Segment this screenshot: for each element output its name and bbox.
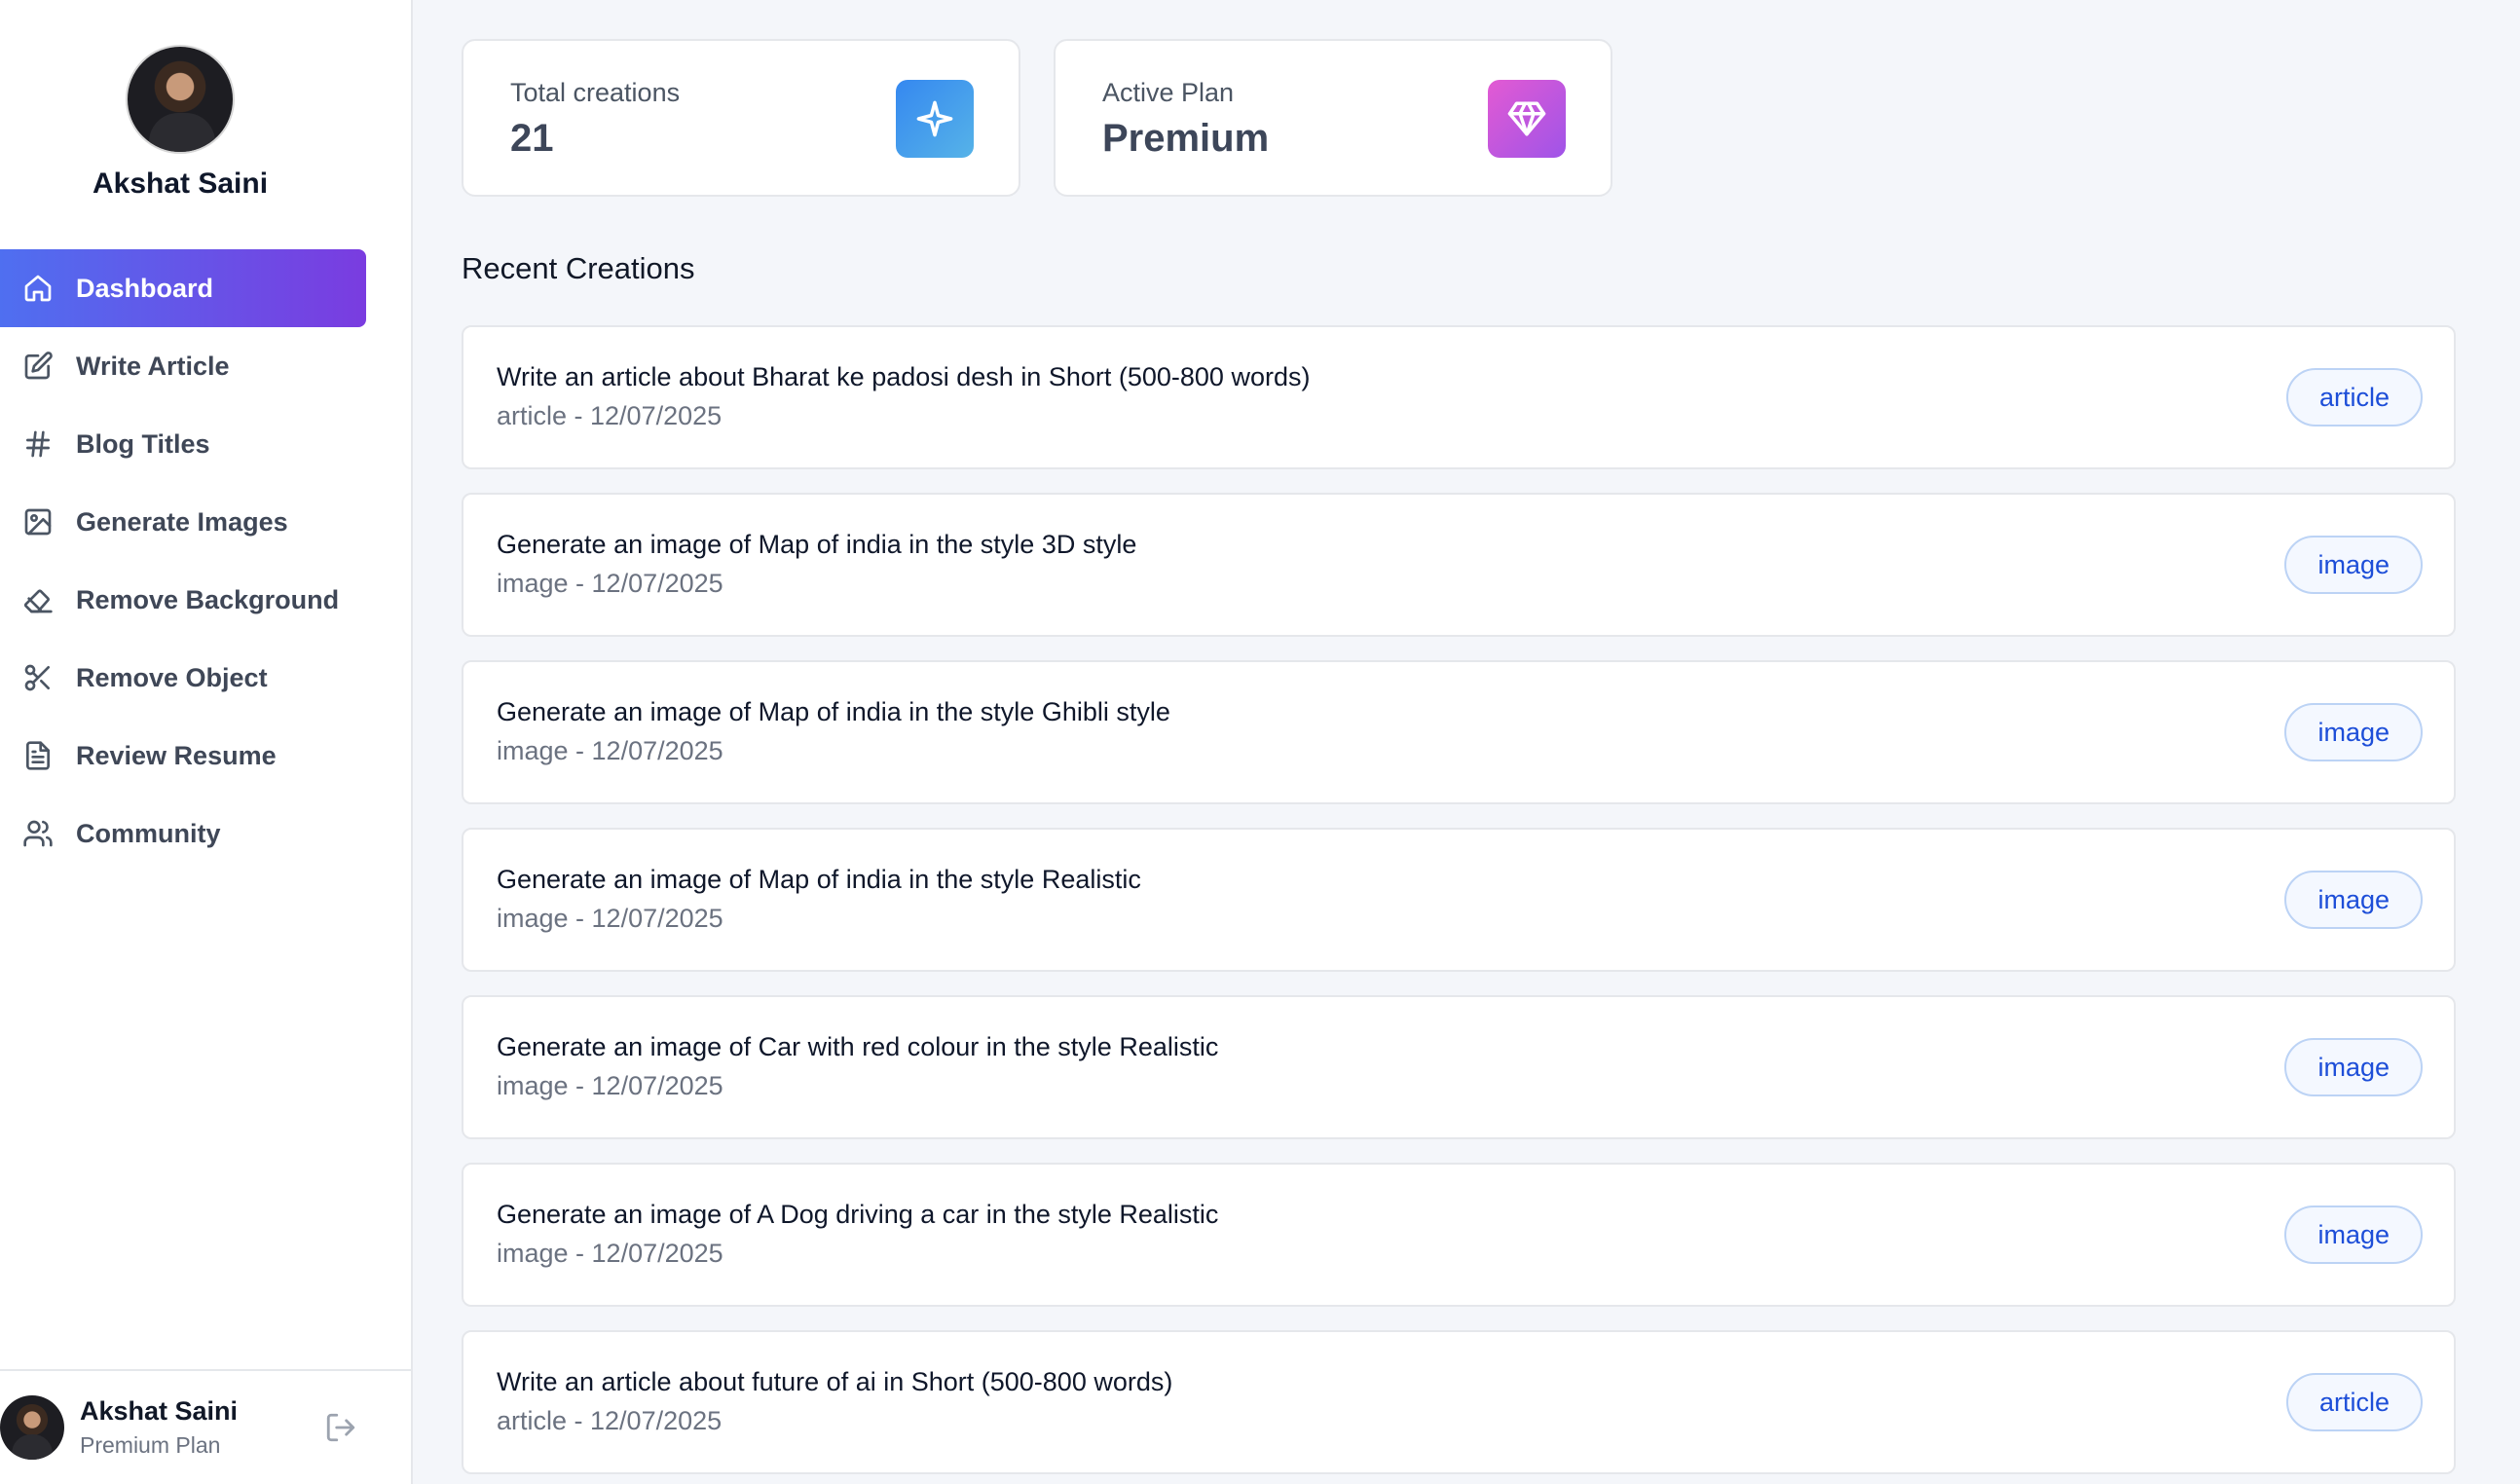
creation-title: Generate an image of Map of india in the… xyxy=(497,865,1141,894)
eraser-icon xyxy=(21,583,55,616)
creation-meta: image - 12/07/2025 xyxy=(497,904,723,933)
sidebar-item-label: Remove Object xyxy=(76,662,268,692)
type-badge: image xyxy=(2284,703,2423,761)
creation-meta: image - 12/07/2025 xyxy=(497,1239,723,1268)
profile-name: Akshat Saini xyxy=(92,167,269,200)
sidebar-footer: Akshat Saini Premium Plan xyxy=(0,1369,413,1484)
sidebar-item-community[interactable]: Community xyxy=(0,795,366,872)
type-badge: image xyxy=(2284,1038,2423,1096)
sidebar-item-label: Dashboard xyxy=(76,273,214,303)
sidebar: Akshat Saini Dashboard Write Article Blo… xyxy=(0,0,413,1484)
scissors-icon xyxy=(21,661,55,694)
type-badge: article xyxy=(2285,1373,2423,1431)
sidebar-nav: Dashboard Write Article Blog Titles Gene… xyxy=(0,249,366,872)
logout-icon[interactable] xyxy=(321,1408,360,1447)
list-item[interactable]: Generate an image of Map of india in the… xyxy=(462,493,2456,637)
creation-meta: image - 12/07/2025 xyxy=(497,1071,723,1100)
list-item[interactable]: Generate an image of Map of india in the… xyxy=(462,828,2456,972)
gem-icon xyxy=(1488,80,1566,158)
users-icon xyxy=(21,817,55,850)
creation-meta: image - 12/07/2025 xyxy=(497,736,723,765)
recent-creations-list: Write an article about Bharat ke padosi … xyxy=(462,325,2458,1474)
creation-title: Generate an image of A Dog driving a car… xyxy=(497,1200,1219,1229)
sidebar-item-blog-titles[interactable]: Blog Titles xyxy=(0,405,366,483)
sidebar-item-generate-images[interactable]: Generate Images xyxy=(0,483,366,561)
list-item[interactable]: Generate an image of A Dog driving a car… xyxy=(462,1163,2456,1307)
profile-header: Akshat Saini xyxy=(0,45,360,201)
type-badge: article xyxy=(2285,368,2423,427)
list-item[interactable]: Write an article about future of ai in S… xyxy=(462,1330,2456,1474)
edit-icon xyxy=(21,350,55,383)
creation-title: Generate an image of Car with red colour… xyxy=(497,1032,1219,1061)
image-icon xyxy=(21,505,55,538)
creation-title: Generate an image of Map of india in the… xyxy=(497,530,1137,559)
list-item[interactable]: Generate an image of Car with red colour… xyxy=(462,995,2456,1139)
sidebar-item-write-article[interactable]: Write Article xyxy=(0,327,366,405)
list-item[interactable]: Generate an image of Map of india in the… xyxy=(462,660,2456,804)
sidebar-item-label: Write Article xyxy=(76,351,230,381)
list-item[interactable]: Write an article about Bharat ke padosi … xyxy=(462,325,2456,469)
user-info: Akshat Saini Premium Plan xyxy=(80,1396,321,1459)
sidebar-item-label: Remove Background xyxy=(76,584,340,614)
total-creations-card: Total creations 21 xyxy=(462,39,1020,197)
user-plan: Premium Plan xyxy=(80,1432,221,1458)
sidebar-item-label: Review Resume xyxy=(76,740,277,770)
file-text-icon xyxy=(21,739,55,772)
user-name: Akshat Saini xyxy=(80,1396,239,1426)
stat-value: 21 xyxy=(510,117,554,160)
hash-icon xyxy=(21,427,55,461)
type-badge: image xyxy=(2284,1206,2423,1264)
creation-title: Generate an image of Map of india in the… xyxy=(497,697,1170,726)
sidebar-item-label: Community xyxy=(76,818,221,848)
stat-label: Active Plan xyxy=(1102,78,1235,107)
sparkle-icon xyxy=(896,80,974,158)
sidebar-item-remove-object[interactable]: Remove Object xyxy=(0,639,366,717)
active-plan-card: Active Plan Premium xyxy=(1054,39,1612,197)
home-icon xyxy=(21,272,55,305)
creation-meta: image - 12/07/2025 xyxy=(497,569,723,598)
section-title: Recent Creations xyxy=(462,251,695,285)
creation-title: Write an article about Bharat ke padosi … xyxy=(497,362,1311,391)
main-content: Total creations 21 Active Plan Premium R… xyxy=(462,39,2458,1484)
avatar[interactable] xyxy=(126,45,235,154)
sidebar-item-label: Generate Images xyxy=(76,506,288,537)
creation-meta: article - 12/07/2025 xyxy=(497,1406,723,1435)
type-badge: image xyxy=(2284,871,2423,929)
avatar[interactable] xyxy=(0,1395,64,1460)
type-badge: image xyxy=(2284,536,2423,594)
sidebar-item-dashboard[interactable]: Dashboard xyxy=(0,249,366,327)
sidebar-item-review-resume[interactable]: Review Resume xyxy=(0,717,366,795)
stats-row: Total creations 21 Active Plan Premium xyxy=(462,39,2458,197)
stat-value: Premium xyxy=(1102,117,1270,160)
creation-title: Write an article about future of ai in S… xyxy=(497,1367,1173,1396)
sidebar-item-remove-background[interactable]: Remove Background xyxy=(0,561,366,639)
creation-meta: article - 12/07/2025 xyxy=(497,401,723,430)
sidebar-item-label: Blog Titles xyxy=(76,428,210,459)
stat-label: Total creations xyxy=(510,78,681,107)
